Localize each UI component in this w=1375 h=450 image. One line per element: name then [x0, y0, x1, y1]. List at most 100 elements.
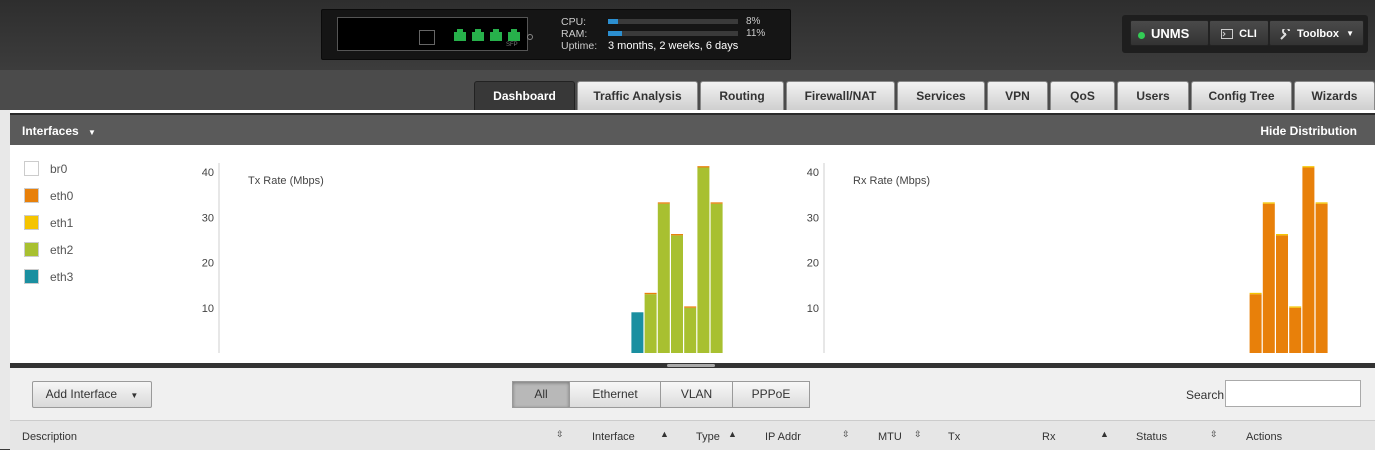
tab-traffic-analysis[interactable]: Traffic Analysis — [577, 81, 698, 110]
status-dot-icon — [1138, 31, 1145, 39]
top-header: SFP CPU: 8% RAM: 11% Uptime: 3 months, 2… — [0, 0, 1375, 70]
y-tick-label: 20 — [202, 258, 214, 270]
tab-vpn[interactable]: VPN — [987, 81, 1048, 110]
column-header-type[interactable]: Type — [696, 431, 720, 443]
bar-eth2 — [671, 235, 683, 353]
column-header-mtu[interactable]: MTU — [878, 431, 902, 443]
filter-all[interactable]: All — [512, 381, 570, 408]
cpu-label: CPU: — [561, 16, 587, 28]
sort-both-icon[interactable]: ⇳ — [556, 429, 564, 440]
ethernet-port-icon — [508, 29, 520, 41]
interfaces-dropdown[interactable]: Interfaces ▼ — [22, 124, 96, 138]
legend-swatch — [24, 215, 39, 230]
column-header-description[interactable]: Description — [22, 431, 77, 443]
ram-value: 11% — [746, 28, 766, 39]
y-tick-label: 20 — [807, 258, 819, 270]
y-tick-label: 10 — [202, 303, 214, 315]
column-header-status[interactable]: Status — [1136, 431, 1167, 443]
tab-users[interactable]: Users — [1117, 81, 1189, 110]
tab-routing[interactable]: Routing — [700, 81, 784, 110]
cli-label: CLI — [1239, 28, 1257, 40]
status-led-icon — [527, 34, 533, 40]
rx-rate-chart: 10 20 30 40 Rx Rate (Mbps) — [807, 163, 1328, 353]
legend-swatch — [24, 161, 39, 176]
ethernet-port-icon — [454, 29, 466, 41]
legend-label: eth0 — [50, 189, 74, 203]
resize-grip-icon[interactable] — [667, 364, 715, 367]
port-panel: SFP — [337, 17, 533, 51]
add-interface-button[interactable]: Add Interface ▼ — [32, 381, 152, 408]
ram-label: RAM: — [561, 28, 588, 40]
y-tick-label: 30 — [202, 212, 214, 224]
ram-bar-fill — [608, 31, 623, 36]
tab-services[interactable]: Services — [897, 81, 985, 110]
sort-both-icon[interactable]: ⇳ — [842, 429, 850, 440]
bar-eth0 — [1262, 203, 1275, 353]
bar-eth0 — [1302, 167, 1315, 353]
tab-wizards[interactable]: Wizards — [1294, 81, 1375, 110]
bar-eth2 — [644, 294, 657, 353]
search-input[interactable] — [1225, 380, 1361, 407]
sort-ascending-icon[interactable]: ▲ — [728, 429, 737, 439]
bar-eth0 — [1276, 235, 1288, 353]
add-interface-label: Add Interface — [45, 387, 118, 401]
bar-eth2 — [697, 167, 710, 353]
legend-label: eth1 — [50, 216, 74, 230]
column-header-ip-addr[interactable]: IP Addr — [765, 431, 801, 443]
top-button-group: UNMS CLI Toolbox ▼ — [1122, 15, 1368, 53]
search-label: Search — [1186, 388, 1225, 402]
bar-eth3 — [631, 312, 644, 353]
column-header-tx[interactable]: Tx — [948, 431, 960, 443]
bar-eth0 — [684, 306, 697, 308]
filter-pppoe[interactable]: PPPoE — [732, 381, 810, 408]
filter-vlan[interactable]: VLAN — [660, 381, 733, 408]
bar-eth1 — [1249, 292, 1262, 295]
y-tick-label: 10 — [807, 303, 819, 315]
tab-dashboard[interactable]: Dashboard — [474, 81, 575, 110]
sfp-port-icon — [419, 30, 435, 45]
bar-eth1 — [1302, 166, 1315, 168]
bar-eth2 — [684, 307, 697, 353]
bar-eth0 — [657, 202, 670, 204]
tx-rate-chart: 10 20 30 40 Tx Rate (Mbps) — [202, 163, 723, 353]
sort-both-icon[interactable]: ⇳ — [1210, 429, 1218, 440]
chart-title: Tx Rate (Mbps) — [248, 175, 324, 187]
interfaces-toolbar: Add Interface ▼ All Ethernet VLAN PPPoE … — [10, 368, 1375, 420]
ethernet-port-icon — [490, 29, 502, 41]
bar-eth1 — [1289, 306, 1302, 308]
bar-eth0 — [1249, 294, 1262, 353]
column-header-actions: Actions — [1246, 431, 1283, 443]
cli-button[interactable]: CLI — [1209, 20, 1269, 46]
hide-distribution-link[interactable]: Hide Distribution — [1260, 124, 1357, 138]
legend-swatch — [24, 269, 39, 284]
toolbox-button[interactable]: Toolbox ▼ — [1269, 20, 1364, 46]
column-header-interface[interactable]: Interface — [592, 431, 635, 443]
chart-title: Rx Rate (Mbps) — [853, 175, 930, 187]
bar-eth2 — [657, 203, 670, 353]
tab-config-tree[interactable]: Config Tree — [1191, 81, 1292, 110]
bar-eth1 — [1276, 234, 1288, 236]
main-panel: Interfaces ▼ Hide Distribution br0 eth0 … — [10, 110, 1375, 450]
chevron-down-icon: ▼ — [1346, 29, 1354, 38]
column-header-rx[interactable]: Rx — [1042, 431, 1055, 443]
bar-eth0 — [697, 166, 710, 168]
bar-eth2 — [710, 203, 723, 353]
legend-swatch — [24, 188, 39, 203]
legend-label: eth2 — [50, 243, 74, 257]
tab-firewall-nat[interactable]: Firewall/NAT — [786, 81, 895, 110]
cpu-value: 8% — [746, 16, 761, 27]
tab-qos[interactable]: QoS — [1050, 81, 1115, 110]
cpu-bar-fill — [608, 19, 619, 24]
terminal-icon — [1221, 29, 1234, 40]
y-tick-label: 40 — [807, 167, 819, 179]
distribution-charts: br0 eth0 eth1 eth2 eth3 10 20 30 40 Tx Rate … — [10, 145, 1375, 363]
main-nav-tabs: Dashboard Traffic Analysis Routing Firew… — [0, 70, 1375, 110]
sort-ascending-icon[interactable]: ▲ — [1100, 429, 1109, 439]
sort-ascending-icon[interactable]: ▲ — [660, 429, 669, 439]
unms-button[interactable]: UNMS — [1130, 20, 1209, 46]
legend-swatch — [24, 242, 39, 257]
sort-both-icon[interactable]: ⇳ — [914, 429, 922, 440]
chevron-down-icon: ▼ — [88, 128, 96, 137]
section-title-label: Interfaces — [22, 124, 79, 138]
filter-ethernet[interactable]: Ethernet — [569, 381, 661, 408]
